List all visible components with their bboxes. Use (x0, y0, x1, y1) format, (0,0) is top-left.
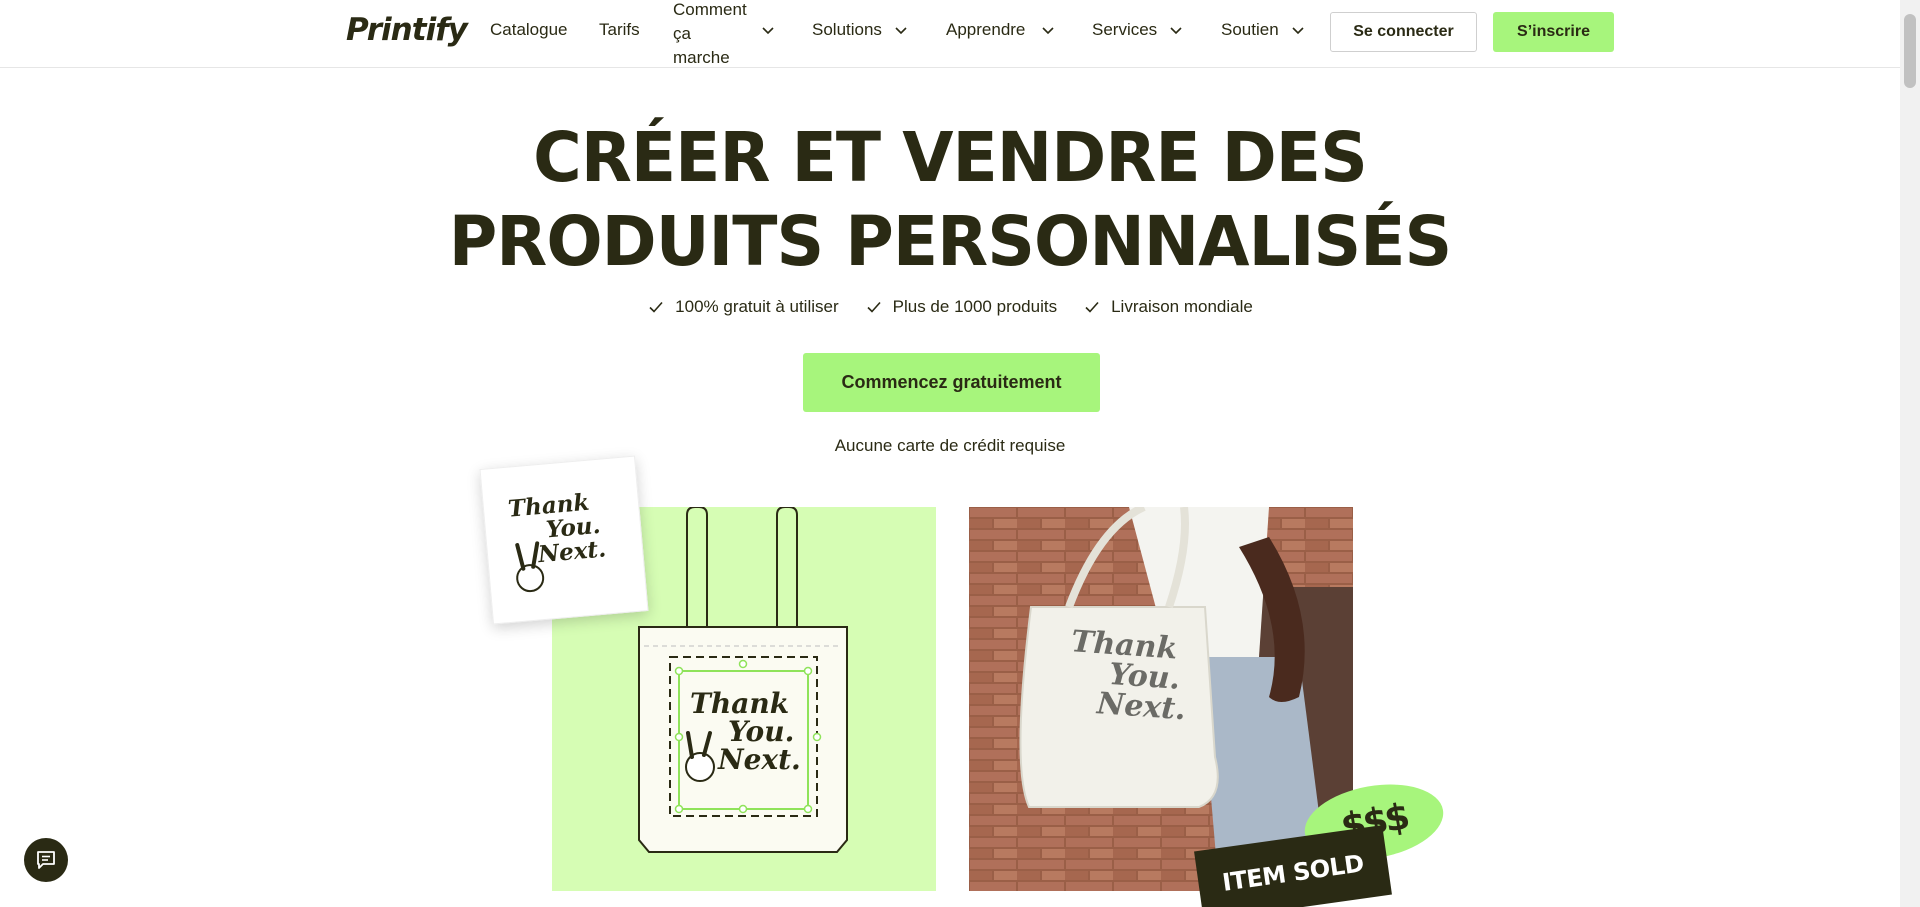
feature-list: 100% gratuit à utiliser Plus de 1000 pro… (0, 297, 1900, 317)
nav-comment-line1: Comment (673, 0, 747, 19)
chat-button[interactable] (24, 838, 68, 882)
hero-title-line2: PRODUITS PERSONNALISÉS (448, 202, 1453, 282)
nav-comment-line2: ça (673, 24, 691, 43)
hero-title: CRÉER ET VENDRE DES PRODUITS PERSONNALIS… (38, 116, 1862, 284)
chevron-down-icon[interactable] (1168, 22, 1184, 38)
feature-item: Plus de 1000 produits (865, 297, 1057, 317)
nav-services[interactable]: Services (1092, 20, 1157, 40)
design-text: Thank You. Next. (690, 690, 830, 774)
nav-comment-ca-marche[interactable]: Comment ça marche (673, 0, 763, 70)
chevron-down-icon[interactable] (893, 22, 909, 38)
signup-button[interactable]: S’inscrire (1493, 12, 1614, 52)
page-scrollbar[interactable] (1900, 0, 1920, 907)
hero-title-line1: CRÉER ET VENDRE DES (533, 118, 1368, 198)
no-credit-card-note: Aucune carte de crédit requise (834, 436, 1066, 455)
lifestyle-photo: Thank You. Next. (969, 507, 1353, 891)
nav-apprendre[interactable]: Apprendre (946, 20, 1025, 40)
nav-comment-line3: marche (673, 48, 730, 67)
design-word: Next. (718, 743, 801, 776)
chat-icon (37, 851, 55, 869)
design-word: Thank (690, 687, 790, 720)
check-icon (1083, 298, 1101, 316)
start-free-button[interactable]: Commencez gratuitement (803, 353, 1100, 412)
check-icon (865, 298, 883, 316)
photo-design-text: Thank You. Next. (1066, 624, 1212, 727)
check-icon (647, 298, 665, 316)
feature-label: 100% gratuit à utiliser (675, 297, 839, 316)
feature-label: Livraison mondiale (1111, 297, 1253, 316)
nav-tarifs[interactable]: Tarifs (599, 20, 640, 40)
printify-logo[interactable]: Printify (346, 12, 468, 48)
login-button[interactable]: Se connecter (1330, 12, 1477, 52)
feature-item: Livraison mondiale (1083, 297, 1253, 317)
chevron-down-icon[interactable] (1040, 22, 1056, 38)
nav-solutions[interactable]: Solutions (812, 20, 882, 40)
nav-soutien[interactable]: Soutien (1221, 20, 1279, 40)
feature-item: 100% gratuit à utiliser (647, 297, 839, 317)
peace-hand-icon (515, 541, 545, 593)
chevron-down-icon[interactable] (760, 22, 776, 38)
site-header: Printify Catalogue Tarifs Comment ça mar… (0, 0, 1900, 68)
chevron-down-icon[interactable] (1290, 22, 1306, 38)
feature-label: Plus de 1000 produits (892, 297, 1058, 316)
nav-catalogue[interactable]: Catalogue (490, 20, 568, 40)
design-word: You. (728, 715, 795, 748)
design-sticker: Thank You. Next. (479, 455, 649, 625)
scrollbar-thumb[interactable] (1904, 14, 1916, 88)
